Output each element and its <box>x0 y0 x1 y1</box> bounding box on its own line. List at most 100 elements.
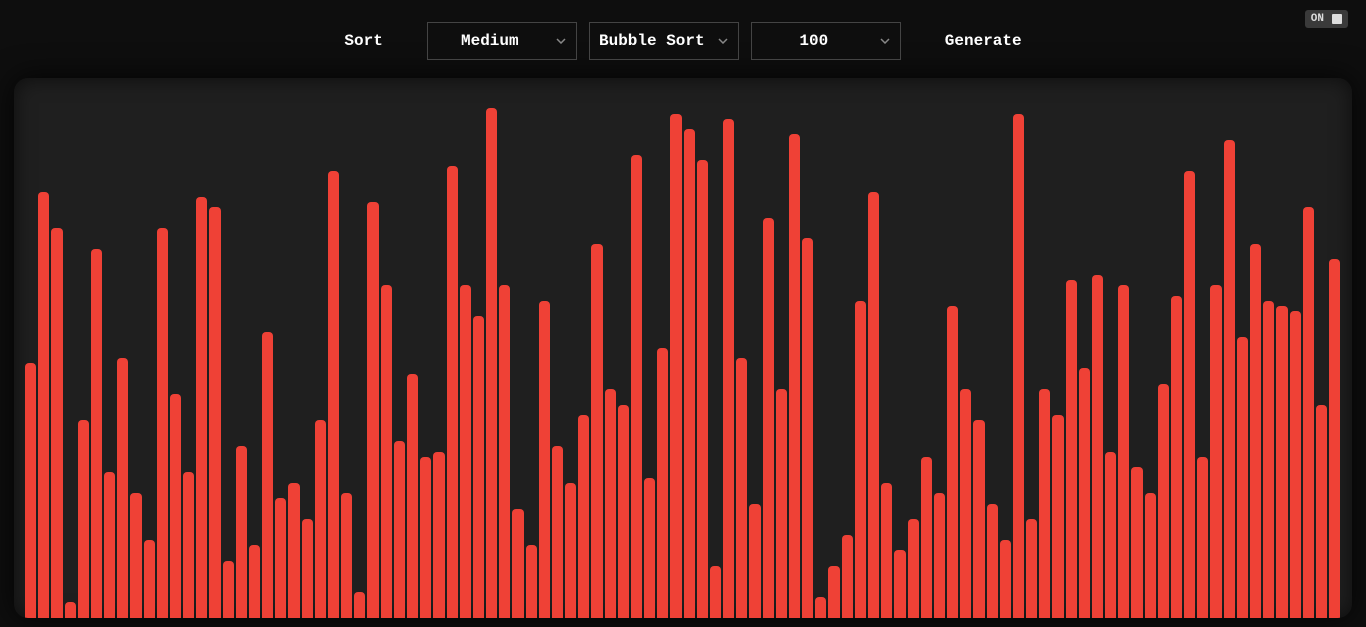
bar <box>223 561 234 618</box>
bar <box>1092 275 1103 618</box>
bar <box>275 498 286 618</box>
bar <box>51 228 62 618</box>
sort-button[interactable]: Sort <box>312 22 414 60</box>
bar <box>130 493 141 618</box>
bar <box>236 446 247 618</box>
bar <box>144 540 155 618</box>
bar <box>960 389 971 618</box>
toggle-label: ON <box>1311 13 1324 25</box>
bar <box>1316 405 1327 618</box>
bar <box>354 592 365 618</box>
speed-select-value: Medium <box>428 32 552 50</box>
bar <box>209 207 220 618</box>
bar <box>447 166 458 618</box>
bar <box>1276 306 1287 618</box>
bar <box>1131 467 1142 618</box>
bar <box>605 389 616 618</box>
bar <box>407 374 418 618</box>
bar <box>763 218 774 618</box>
bar <box>1079 368 1090 618</box>
bar <box>78 420 89 618</box>
bar <box>473 316 484 618</box>
bar <box>697 160 708 618</box>
bar <box>908 519 919 618</box>
bar <box>183 472 194 618</box>
bar <box>499 285 510 618</box>
bar <box>1013 114 1024 618</box>
bar <box>1303 207 1314 618</box>
chevron-down-icon <box>552 38 570 44</box>
bar <box>1224 140 1235 618</box>
bar <box>367 202 378 618</box>
bar <box>512 509 523 618</box>
bar <box>670 114 681 618</box>
bar <box>644 478 655 618</box>
bar <box>91 249 102 618</box>
bar <box>328 171 339 618</box>
bar <box>552 446 563 618</box>
bar <box>341 493 352 618</box>
bar <box>591 244 602 618</box>
bar <box>381 285 392 618</box>
bar <box>736 358 747 618</box>
bar <box>526 545 537 618</box>
bar <box>249 545 260 618</box>
bar <box>1250 244 1261 618</box>
bar <box>1210 285 1221 618</box>
bar <box>934 493 945 618</box>
bar <box>828 566 839 618</box>
bar <box>947 306 958 618</box>
generate-button[interactable]: Generate <box>913 22 1054 60</box>
bar <box>65 602 76 618</box>
toggle-knob <box>1332 14 1342 24</box>
bar <box>1026 519 1037 618</box>
bar <box>618 405 629 618</box>
bar <box>433 452 444 618</box>
bar <box>657 348 668 618</box>
count-select[interactable]: 100 <box>751 22 901 60</box>
bar <box>25 363 36 618</box>
bar <box>539 301 550 618</box>
bar <box>987 504 998 618</box>
bar <box>1184 171 1195 618</box>
bar <box>710 566 721 618</box>
count-select-value: 100 <box>752 32 876 50</box>
bar <box>565 483 576 618</box>
bar <box>315 420 326 618</box>
algorithm-select[interactable]: Bubble Sort <box>589 22 739 60</box>
bar <box>973 420 984 618</box>
speed-select[interactable]: Medium <box>427 22 577 60</box>
bar <box>776 389 787 618</box>
bar <box>170 394 181 618</box>
bar <box>789 134 800 618</box>
bar <box>815 597 826 618</box>
bar <box>802 238 813 618</box>
bar <box>1052 415 1063 618</box>
bar <box>855 301 866 618</box>
bar <box>288 483 299 618</box>
bar <box>157 228 168 618</box>
chevron-down-icon <box>876 38 894 44</box>
bar <box>394 441 405 618</box>
bar <box>196 197 207 618</box>
bar <box>894 550 905 618</box>
bar <box>1000 540 1011 618</box>
bar <box>1197 457 1208 618</box>
bar <box>749 504 760 618</box>
bar <box>262 332 273 618</box>
bar <box>1171 296 1182 618</box>
bar <box>1118 285 1129 618</box>
bar <box>1145 493 1156 618</box>
sound-toggle[interactable]: ON <box>1305 10 1348 28</box>
bar <box>1290 311 1301 618</box>
bar <box>460 285 471 618</box>
toolbar: Sort Medium Bubble Sort 100 Generate <box>0 0 1366 70</box>
bar <box>117 358 128 618</box>
bar <box>631 155 642 618</box>
bar <box>1237 337 1248 618</box>
bar <box>38 192 49 618</box>
bar <box>578 415 589 618</box>
bar-stage <box>14 78 1352 618</box>
bar <box>1105 452 1116 618</box>
chevron-down-icon <box>714 38 732 44</box>
